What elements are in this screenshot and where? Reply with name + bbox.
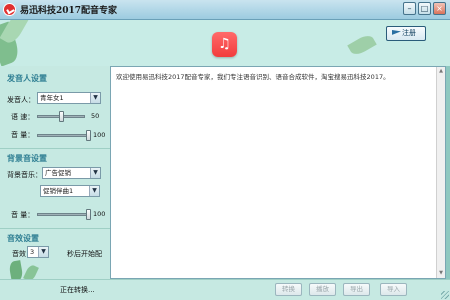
chevron-down-icon: ▼ — [90, 168, 100, 178]
bg-volume-value: 100 — [93, 210, 106, 218]
speed-value: 50 — [91, 112, 100, 120]
bg-track-select[interactable]: 促销伴曲1 ▼ — [40, 185, 100, 197]
delay-label: 秒后开始配 — [67, 250, 102, 258]
maximize-button[interactable]: □ — [418, 2, 431, 15]
bg-track-value: 促销伴曲1 — [43, 187, 74, 195]
bg-category-value: 广告促销 — [45, 169, 71, 177]
bg-volume-label: 音 量： — [11, 211, 35, 219]
bg-music-label: 背景音乐： — [7, 171, 42, 179]
leaf-decoration-icon — [347, 32, 377, 58]
volume-slider-handle[interactable] — [86, 130, 91, 141]
vertical-scrollbar[interactable]: ▲ ▼ — [436, 67, 445, 278]
text-input-area[interactable]: 欢迎使用易迅科技2017配音专家，我们专注语音识别、语音合成软件，淘宝搜易迅科技… — [110, 66, 446, 279]
music-note-icon: ♫ — [218, 36, 231, 52]
bg-category-select[interactable]: 广告促销 ▼ — [42, 167, 101, 179]
effect-title: 音效设置 — [7, 234, 39, 243]
window-title: 易迅科技2017配音专家 — [20, 6, 118, 16]
chevron-down-icon: ▼ — [89, 186, 99, 196]
voice-settings-section: 发音人设置 发音人： 青年女1 ▼ 语 速： 50 音 量： 100 — [0, 66, 110, 148]
speed-label: 语 速： — [11, 113, 35, 121]
title-bar: 易迅科技2017配音专家 – □ × — [0, 0, 450, 20]
chevron-down-icon: ▼ — [38, 247, 48, 257]
effect-select[interactable]: 3 ▼ — [27, 246, 49, 258]
settings-panel: 发音人设置 发音人： 青年女1 ▼ 语 速： 50 音 量： 100 背景音设置… — [0, 66, 110, 283]
bg-volume-slider-track[interactable] — [37, 213, 89, 216]
speed-slider-handle[interactable] — [59, 111, 64, 122]
bg-volume-slider-handle[interactable] — [86, 209, 91, 220]
bg-music-section: 背景音设置 背景音乐： 广告促销 ▼ 促销伴曲1 ▼ 音 量： 100 — [0, 148, 110, 228]
effect-section: 音效设置 音效 3 ▼ 秒后开始配 — [0, 228, 110, 283]
register-button[interactable]: 注册 — [386, 26, 426, 41]
status-text: 正在转换... — [60, 286, 95, 294]
app-logo-icon — [3, 3, 16, 16]
flag-icon — [392, 30, 401, 35]
music-app-icon: ♫ — [212, 32, 237, 57]
resize-grip-icon[interactable] — [441, 291, 449, 299]
text-content: 欢迎使用易迅科技2017配音专家，我们专注语音识别、语音合成软件，淘宝搜易迅科技… — [116, 73, 390, 81]
effect-value: 3 — [30, 248, 35, 256]
register-label: 注册 — [402, 29, 416, 37]
bottom-bar: 正在转换... 转换 播放 导出 导入 — [0, 279, 450, 300]
volume-label: 音 量： — [11, 131, 35, 139]
volume-value: 100 — [93, 131, 106, 139]
close-button[interactable]: × — [433, 2, 446, 15]
scroll-down-icon[interactable]: ▼ — [437, 269, 445, 278]
import-button[interactable]: 导入 — [380, 283, 407, 296]
volume-slider-track[interactable] — [37, 134, 89, 137]
speaker-select[interactable]: 青年女1 ▼ — [37, 92, 101, 104]
bg-music-title: 背景音设置 — [7, 154, 47, 163]
voice-settings-title: 发音人设置 — [7, 74, 47, 83]
chevron-down-icon: ▼ — [90, 93, 100, 103]
speaker-label: 发音人： — [7, 96, 35, 104]
export-button[interactable]: 导出 — [343, 283, 370, 296]
scroll-up-icon[interactable]: ▲ — [437, 67, 445, 76]
minimize-button[interactable]: – — [403, 2, 416, 15]
convert-button[interactable]: 转换 — [275, 283, 302, 296]
speaker-select-value: 青年女1 — [40, 94, 64, 102]
header-banner: ♫ 注册 — [0, 20, 450, 66]
effect-label: 音效 — [12, 250, 26, 258]
play-button[interactable]: 播放 — [309, 283, 336, 296]
